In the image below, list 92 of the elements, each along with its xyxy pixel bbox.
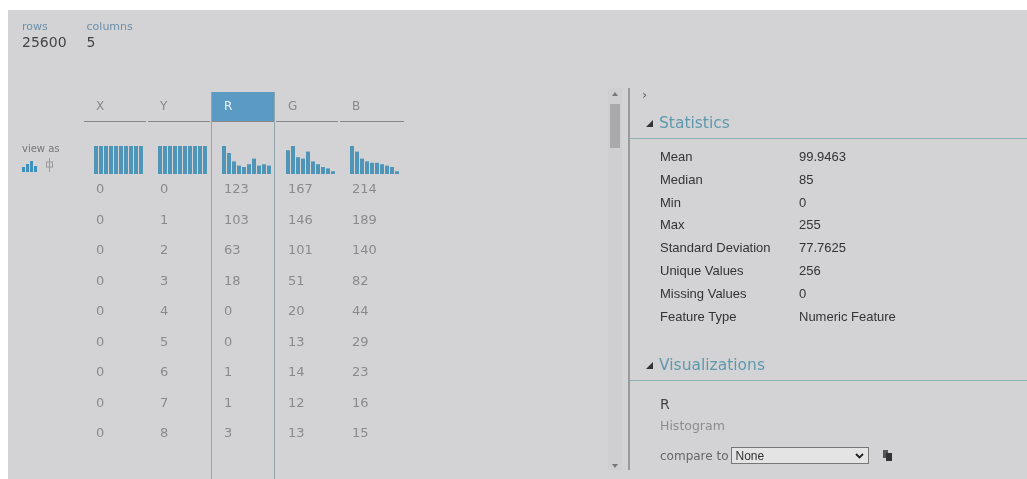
- column-header[interactable]: Y: [148, 92, 210, 122]
- histogram-drawing: [222, 144, 272, 174]
- table-cell-text: 14: [287, 363, 306, 381]
- table-cell-text: 13: [287, 332, 306, 351]
- table-cell-text: 0: [223, 302, 234, 320]
- table-cell-text: 13: [287, 424, 306, 442]
- box-plot-icon[interactable]: [46, 158, 53, 172]
- table-cell-text: 4: [159, 302, 170, 320]
- table-cell-text: 0: [95, 424, 106, 442]
- table-cell-text: 103: [223, 210, 250, 229]
- table-cell-text: 140: [351, 241, 378, 259]
- table-cell-text: 0: [95, 180, 106, 198]
- table-cell-text: 20: [287, 302, 306, 320]
- table-cell-text: 189: [351, 210, 378, 229]
- stat-label: Max: [660, 216, 686, 235]
- histogram-drawing: [286, 144, 336, 174]
- summary-label: columns: [86, 20, 133, 33]
- scroll-down-icon[interactable]: [612, 464, 618, 468]
- table-cell-text: 0: [159, 180, 170, 198]
- chevron-down-icon: [854, 452, 864, 459]
- stat-value: 0: [799, 284, 807, 303]
- scroll-up-icon[interactable]: [612, 92, 618, 96]
- table-cell-text: 167: [287, 180, 314, 198]
- scrollbar-thumb[interactable]: [610, 104, 620, 148]
- table-cell-text: 0: [95, 271, 106, 290]
- compare-dropdown[interactable]: None: [730, 447, 869, 465]
- collapse-triangle-icon[interactable]: [646, 361, 653, 369]
- table-cell-text: 1: [159, 210, 170, 229]
- table-cell-text: 0: [95, 210, 106, 229]
- table-cell-text: 2: [159, 241, 170, 259]
- chart-type-label: Histogram: [660, 417, 725, 436]
- stat-label: Mean: [660, 148, 694, 166]
- copy-icon[interactable]: [882, 450, 892, 462]
- stat-label: Missing Values: [660, 284, 748, 303]
- table-cell-text: 123: [223, 180, 250, 198]
- stat-label: Unique Values: [660, 262, 745, 280]
- table-cell-text: 8: [159, 424, 170, 442]
- table-cell-text: 0: [95, 332, 106, 351]
- table-cell-text: 0: [95, 363, 106, 381]
- histogram-drawing: [350, 144, 400, 174]
- stat-value: 85: [799, 170, 814, 189]
- stat-label: Standard Deviation: [660, 239, 772, 258]
- table-cell-text: 23: [351, 363, 370, 381]
- table-cell-text: 3: [223, 424, 234, 442]
- column-header[interactable]: G: [276, 92, 338, 122]
- stat-value: Numeric Feature: [799, 307, 896, 326]
- column-header[interactable]: B: [340, 92, 404, 122]
- stat-label: Min: [660, 193, 682, 212]
- column-header[interactable]: R: [212, 92, 274, 122]
- panel-toggle[interactable]: ›: [642, 88, 648, 102]
- table-cell-text: 0: [95, 241, 106, 259]
- column-name: R: [660, 395, 670, 415]
- table-cell-text: 44: [351, 302, 370, 320]
- table-cell-text: 7: [159, 393, 170, 412]
- table-cell-text: 15: [351, 424, 370, 442]
- stat-value: 99.9463: [799, 148, 846, 166]
- stat-value: 77.7625: [799, 239, 846, 258]
- stat-label: Feature Type: [660, 307, 738, 326]
- section-title: Statistics: [659, 114, 730, 132]
- table-cell-text: 0: [95, 393, 106, 412]
- histogram-drawing: [94, 144, 144, 174]
- table-cell-text: 146: [287, 210, 314, 229]
- table-cell-text: 0: [223, 332, 234, 351]
- table-cell-text: 29: [351, 332, 370, 351]
- summary-value: 25600: [22, 33, 67, 51]
- table-cell-text: 63: [223, 241, 242, 259]
- table-cell-text: 82: [351, 271, 370, 290]
- table-cell-text: 1: [223, 393, 234, 412]
- column-header[interactable]: X: [84, 92, 146, 122]
- table-cell-text: 6: [159, 363, 170, 381]
- table-cell-text: 12: [287, 393, 306, 412]
- stat-value: 0: [799, 193, 807, 212]
- table-cell-text: 51: [287, 271, 306, 290]
- table-cell-text: 0: [95, 302, 106, 320]
- table-cell-text: 16: [351, 393, 370, 412]
- histogram-drawing: [158, 144, 208, 174]
- summary-value: 5: [86, 33, 97, 51]
- table-cell-text: 18: [223, 271, 242, 290]
- stat-value: 255: [799, 216, 821, 235]
- table-cell-text: 5: [159, 332, 170, 351]
- summary-label: rows: [22, 20, 49, 33]
- compare-label: compare to: [660, 448, 729, 463]
- table-cell-text: 3: [159, 271, 170, 290]
- histogram-icon[interactable]: [22, 161, 38, 172]
- table-cell-text: 214: [351, 180, 378, 198]
- table-cell-text: 101: [287, 241, 314, 259]
- section-title: Visualizations: [659, 356, 765, 375]
- table-cell-text: 1: [223, 363, 234, 381]
- stat-value: 256: [799, 262, 821, 280]
- view-as-label: view as: [22, 143, 61, 154]
- stat-label: Median: [660, 170, 704, 189]
- collapse-triangle-icon[interactable]: [646, 119, 653, 127]
